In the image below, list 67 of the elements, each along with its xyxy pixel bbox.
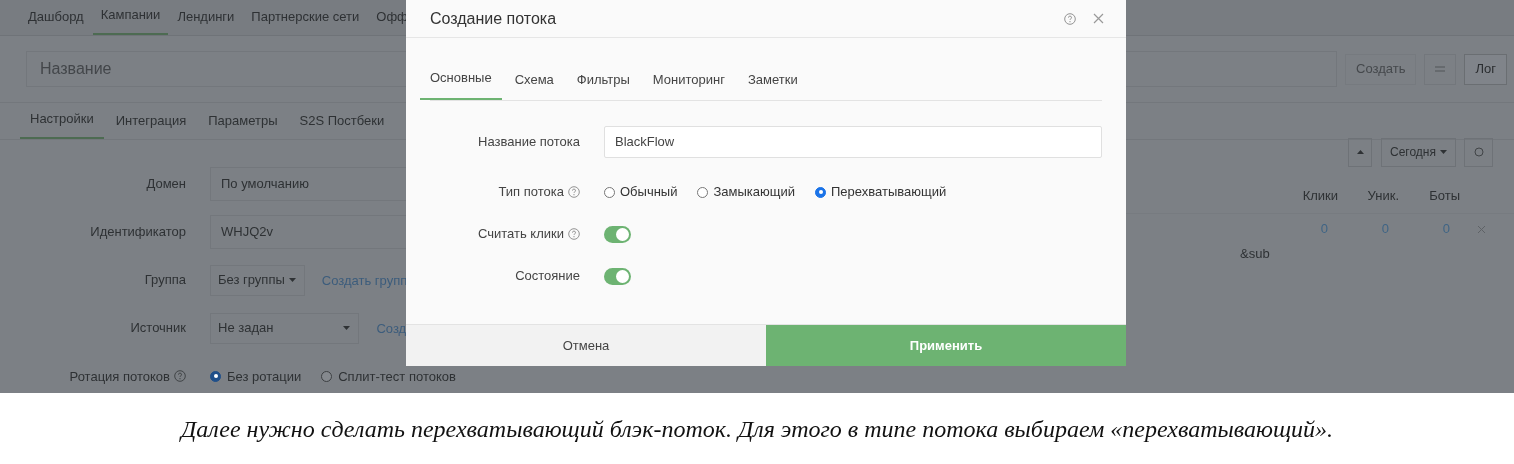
radio-label[interactable]: Обычный	[620, 182, 678, 202]
nav-tab[interactable]: Дашборд	[28, 6, 84, 35]
text-field[interactable]: По умолчанию	[210, 167, 406, 201]
dialog-tab[interactable]: Фильтры	[576, 69, 630, 100]
column-header: Боты	[1428, 186, 1460, 205]
text-field[interactable]: WHJQ2v	[210, 215, 406, 249]
help-icon[interactable]	[174, 370, 186, 383]
field-label: Группа	[144, 271, 186, 290]
refresh-button[interactable]	[1464, 137, 1493, 167]
section-tab[interactable]: Параметры	[208, 110, 278, 139]
apply-button[interactable]: Применить	[766, 325, 1126, 366]
radio-button[interactable]	[321, 370, 333, 382]
collapse-button[interactable]	[1348, 137, 1372, 167]
create-link[interactable]: Созд	[376, 321, 406, 336]
refresh-icon	[1473, 147, 1484, 157]
radio-button[interactable]	[210, 370, 221, 382]
create-link[interactable]: Создать групп	[321, 273, 406, 288]
caret-icon	[343, 326, 351, 330]
toggle-switch[interactable]	[604, 267, 631, 285]
name-field[interactable]	[1126, 51, 1338, 87]
radio-label[interactable]: Сплит-тест потоков	[338, 366, 456, 386]
caret-up-icon	[1356, 150, 1364, 154]
radio-label[interactable]: Без ротации	[227, 366, 302, 386]
radio-label[interactable]: Перехватывающий	[831, 182, 947, 202]
close-icon[interactable]	[1477, 224, 1486, 234]
column-header: Клики	[1301, 186, 1338, 205]
radio-button[interactable]	[815, 186, 826, 198]
name-field[interactable]: Название	[26, 51, 406, 87]
period-button[interactable]: Сегодня	[1381, 137, 1456, 167]
cancel-button[interactable]: Отмена	[406, 325, 766, 366]
help-icon[interactable]	[568, 186, 580, 198]
radio-button[interactable]	[604, 186, 615, 198]
field-label: Источник	[130, 319, 186, 338]
help-icon[interactable]	[1064, 12, 1076, 25]
column-header: Уник.	[1366, 186, 1399, 205]
field-label: Состояние	[515, 267, 580, 286]
caption-text: Далее нужно сделать перехватывающий блэк-поток. Для этого в типе потока выбираем «перехватывающий».	[180, 414, 1334, 444]
url-text: &sub	[1239, 245, 1271, 263]
field-label: Домен	[146, 175, 186, 194]
field-label: Название потока	[478, 132, 580, 151]
help-icon[interactable]	[568, 228, 580, 240]
caret-icon	[1440, 150, 1447, 154]
dialog-tab[interactable]: Схема	[514, 69, 554, 100]
dialog-tab[interactable]: Заметки	[747, 69, 798, 100]
radio-label[interactable]: Замыкающий	[713, 182, 795, 202]
field-label: Ротация потоков	[69, 367, 170, 386]
select-field[interactable]: Без группы	[210, 264, 305, 296]
nav-tab[interactable]: Офф	[376, 6, 408, 35]
nav-tab[interactable]: Партнерские сети	[251, 6, 360, 35]
field-label: Тип потока	[498, 183, 564, 202]
section-tab[interactable]: Настройки	[20, 108, 104, 139]
dialog-tab[interactable]: Мониторинг	[652, 69, 725, 100]
nav-tab[interactable]: Кампании	[92, 4, 169, 35]
close-icon[interactable]	[1093, 13, 1104, 24]
log-button[interactable]: Лог	[1464, 53, 1507, 85]
dialog-title: Создание потока	[430, 8, 558, 29]
select-field[interactable]: Не задан	[210, 312, 360, 344]
section-tab[interactable]: S2S Постбеки	[299, 110, 385, 139]
field-label: Идентификатор	[90, 223, 186, 242]
nav-tab[interactable]: Лендинги	[177, 6, 235, 35]
dialog-tab[interactable]: Основные	[420, 67, 502, 100]
caret-icon	[288, 278, 296, 282]
section-tab[interactable]: Интеграция	[115, 110, 187, 139]
field-label: Считать клики	[478, 225, 564, 244]
toggle-switch[interactable]	[604, 225, 631, 243]
stream-name-field[interactable]: BlackFlow	[604, 125, 1102, 158]
radio-button[interactable]	[697, 186, 709, 198]
